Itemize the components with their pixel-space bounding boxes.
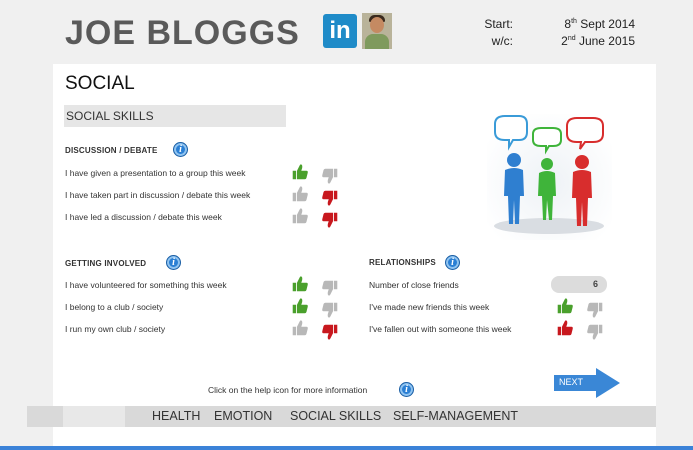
start-label: Start: xyxy=(484,17,513,31)
wc-label: w/c: xyxy=(491,34,513,48)
relationships-1-thumb-down-icon[interactable] xyxy=(586,301,604,319)
discussion-1-thumb-down-icon[interactable] xyxy=(321,167,339,185)
date-labels: Start: w/c: xyxy=(480,16,513,50)
relationships-heading: RELATIONSHIPS xyxy=(369,258,436,267)
start-date: 8th Sept 2014 xyxy=(564,17,635,31)
avatar xyxy=(362,13,392,49)
next-button[interactable]: NEXT xyxy=(559,377,583,387)
nav-ghost-tab xyxy=(63,406,125,427)
discussion-3-thumb-down-icon[interactable] xyxy=(321,211,339,229)
involved-row-2: I belong to a club / society xyxy=(65,302,164,312)
discussion-row-3: I have led a discussion / debate this we… xyxy=(65,212,222,222)
involved-3-thumb-up-icon[interactable] xyxy=(291,319,309,337)
involved-1-thumb-up-icon[interactable] xyxy=(291,275,309,293)
people-talking-illustration xyxy=(487,114,612,240)
relationships-row-1: I've made new friends this week xyxy=(369,302,490,312)
discussion-2-thumb-down-icon[interactable] xyxy=(321,189,339,207)
close-friends-label: Number of close friends xyxy=(369,280,459,290)
page-title: SOCIAL xyxy=(65,73,135,94)
help-instruction: Click on the help icon for more informat… xyxy=(208,385,368,395)
involved-2-thumb-down-icon[interactable] xyxy=(321,301,339,319)
tab-self-management[interactable]: SELF-MANAGEMENT xyxy=(393,409,518,423)
tab-health[interactable]: HEALTH xyxy=(152,409,200,423)
discussion-help-icon[interactable]: i xyxy=(173,142,188,157)
linkedin-icon[interactable]: in xyxy=(323,14,357,48)
involved-2-thumb-up-icon[interactable] xyxy=(291,297,309,315)
section-subtitle: SOCIAL SKILLS xyxy=(64,105,286,127)
discussion-1-thumb-up-icon[interactable] xyxy=(291,163,309,181)
discussion-row-2: I have taken part in discussion / debate… xyxy=(65,190,251,200)
relationships-row-2: I've fallen out with someone this week xyxy=(369,324,512,334)
discussion-2-thumb-up-icon[interactable] xyxy=(291,185,309,203)
involved-row-3: I run my own club / society xyxy=(65,324,166,334)
relationships-2-thumb-down-icon[interactable] xyxy=(586,323,604,341)
relationships-2-thumb-up-icon[interactable] xyxy=(556,319,574,337)
discussion-row-1: I have given a presentation to a group t… xyxy=(65,168,246,178)
tab-social-skills[interactable]: SOCIAL SKILLS xyxy=(290,409,381,423)
getting-involved-heading: GETTING INVOLVED xyxy=(65,259,147,268)
getting-involved-help-icon[interactable]: i xyxy=(166,255,181,270)
date-values: 8th Sept 2014 2nd June 2015 xyxy=(545,16,635,50)
relationships-help-icon[interactable]: i xyxy=(445,255,460,270)
involved-row-1: I have volunteered for something this we… xyxy=(65,280,227,290)
bottom-strip xyxy=(0,446,693,450)
discussion-3-thumb-up-icon[interactable] xyxy=(291,207,309,225)
tab-emotion[interactable]: EMOTION xyxy=(214,409,272,423)
involved-1-thumb-down-icon[interactable] xyxy=(321,279,339,297)
user-name: JOE BLOGGS xyxy=(65,14,300,52)
involved-3-thumb-down-icon[interactable] xyxy=(321,323,339,341)
relationships-1-thumb-up-icon[interactable] xyxy=(556,297,574,315)
discussion-heading: DISCUSSION / DEBATE xyxy=(65,146,158,155)
footer-help-icon[interactable]: i xyxy=(399,382,414,397)
wc-date: 2nd June 2015 xyxy=(561,34,635,48)
close-friends-input[interactable]: 6 xyxy=(551,276,607,293)
